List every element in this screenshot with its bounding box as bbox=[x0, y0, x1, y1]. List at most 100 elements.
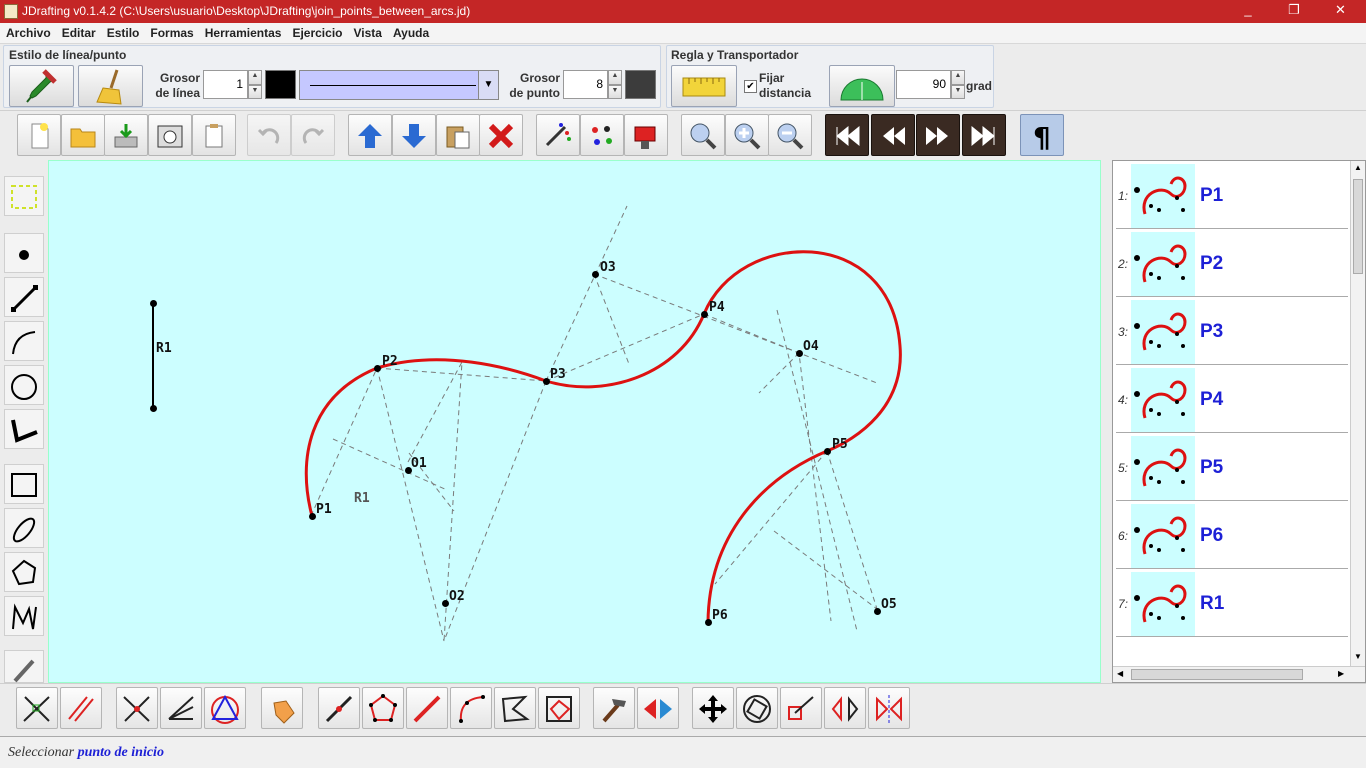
protractor-button[interactable] bbox=[829, 65, 895, 107]
scroll-thumb[interactable] bbox=[1353, 179, 1363, 274]
figure-list-item[interactable]: 7: R1 bbox=[1116, 571, 1348, 637]
perpendicular-tool[interactable] bbox=[16, 687, 58, 729]
open-file-button[interactable] bbox=[61, 114, 105, 156]
horizontal-scroll-thumb[interactable] bbox=[1131, 669, 1303, 680]
figure-list-item[interactable]: 3: P3 bbox=[1116, 299, 1348, 365]
rotate-tool[interactable] bbox=[736, 687, 778, 729]
drawing-canvas[interactable]: P2 O3 P4 O4 P3 O1 P1 P5 O2 O5 P6 R1 R1 bbox=[48, 160, 1101, 683]
polygon-points-tool[interactable] bbox=[362, 687, 404, 729]
clipboard-info-button[interactable] bbox=[192, 114, 236, 156]
line-color-swatch[interactable] bbox=[265, 70, 296, 99]
arc-points-tool[interactable] bbox=[450, 687, 492, 729]
arc-tool[interactable] bbox=[4, 321, 44, 361]
horizontal-scrollbar[interactable]: ◀ ▶ bbox=[1113, 666, 1365, 682]
text-marker-tool[interactable] bbox=[261, 687, 303, 729]
menu-estilo[interactable]: Estilo bbox=[101, 23, 145, 40]
paint-bucket-button[interactable] bbox=[624, 114, 668, 156]
zoom-out-button[interactable] bbox=[768, 114, 812, 156]
point-color-swatch[interactable] bbox=[625, 70, 656, 99]
random-colors-button[interactable] bbox=[580, 114, 624, 156]
canvas-point[interactable] bbox=[824, 448, 831, 455]
circle-tool[interactable] bbox=[4, 365, 44, 405]
canvas-point[interactable] bbox=[442, 600, 449, 607]
figure-list-item[interactable]: 4: P4 bbox=[1116, 367, 1348, 433]
scroll-down-arrow[interactable]: ▼ bbox=[1353, 652, 1363, 664]
paste-button[interactable] bbox=[436, 114, 480, 156]
zoom-fit-button[interactable] bbox=[681, 114, 725, 156]
move-down-button[interactable] bbox=[392, 114, 436, 156]
broom-button[interactable] bbox=[78, 65, 143, 107]
edit-style-button[interactable] bbox=[536, 114, 580, 156]
point-tool[interactable] bbox=[4, 233, 44, 273]
canvas-point[interactable] bbox=[374, 365, 381, 372]
angle-tool[interactable] bbox=[4, 409, 44, 449]
menu-archivo[interactable]: Archivo bbox=[0, 23, 56, 40]
line-width-up-arrow[interactable]: ▲ bbox=[248, 70, 262, 85]
scale-tool[interactable] bbox=[780, 687, 822, 729]
point-size-up-arrow[interactable]: ▲ bbox=[608, 70, 622, 85]
canvas-point[interactable] bbox=[796, 350, 803, 357]
angle-down-arrow[interactable]: ▼ bbox=[951, 85, 965, 99]
bisector-tool[interactable] bbox=[116, 687, 158, 729]
canvas-point[interactable] bbox=[705, 619, 712, 626]
undo-button[interactable] bbox=[247, 114, 291, 156]
maximize-button[interactable]: ❐ bbox=[1275, 0, 1313, 20]
point-size-down-arrow[interactable]: ▼ bbox=[608, 85, 622, 99]
line-pattern-dropdown[interactable]: ▼ bbox=[299, 70, 499, 100]
select-tool[interactable] bbox=[4, 176, 44, 216]
menu-ejercicio[interactable]: Ejercicio bbox=[286, 23, 347, 40]
scroll-up-arrow[interactable]: ▲ bbox=[1353, 163, 1363, 175]
ellipse-tool[interactable] bbox=[4, 508, 44, 548]
menu-ayuda[interactable]: Ayuda bbox=[387, 23, 434, 40]
translate-tool[interactable] bbox=[824, 687, 866, 729]
midpoint-tool[interactable] bbox=[318, 687, 360, 729]
last-step-button[interactable] bbox=[962, 114, 1006, 156]
polyline-tool[interactable] bbox=[4, 596, 44, 636]
menu-formas[interactable]: Formas bbox=[144, 23, 198, 40]
symmetry-tool[interactable] bbox=[868, 687, 910, 729]
vertex-tool[interactable] bbox=[538, 687, 580, 729]
chevron-down-icon[interactable]: ▼ bbox=[478, 71, 498, 99]
arc-curve[interactable] bbox=[304, 250, 902, 623]
figure-list-item[interactable]: 6: P6 bbox=[1116, 503, 1348, 569]
zoom-in-button[interactable] bbox=[725, 114, 769, 156]
figure-list-item[interactable]: 2: P2 bbox=[1116, 231, 1348, 297]
save-file-button[interactable] bbox=[104, 114, 148, 156]
canvas-point[interactable] bbox=[701, 311, 708, 318]
menu-vista[interactable]: Vista bbox=[347, 23, 386, 40]
freehand-tool[interactable] bbox=[4, 650, 44, 683]
new-file-button[interactable] bbox=[17, 114, 61, 156]
angle-up-arrow[interactable]: ▲ bbox=[951, 70, 965, 85]
vertical-scrollbar[interactable]: ▲ ▼ bbox=[1350, 161, 1365, 666]
figure-list-item[interactable]: 5: P5 bbox=[1116, 435, 1348, 501]
scroll-left-arrow[interactable]: ◀ bbox=[1117, 669, 1123, 678]
line-width-down-arrow[interactable]: ▼ bbox=[248, 85, 262, 99]
rectangle-tool[interactable] bbox=[4, 464, 44, 504]
canvas-point[interactable] bbox=[309, 513, 316, 520]
previous-step-button[interactable] bbox=[871, 114, 915, 156]
next-step-button[interactable] bbox=[916, 114, 960, 156]
minimize-button[interactable]: _ bbox=[1231, 0, 1265, 20]
close-button[interactable]: ✕ bbox=[1317, 0, 1364, 20]
intersection-tool[interactable] bbox=[494, 687, 536, 729]
angle-bisector-tool[interactable] bbox=[160, 687, 202, 729]
parallel-tool[interactable] bbox=[60, 687, 102, 729]
polygon-tool[interactable] bbox=[4, 552, 44, 592]
ruler-button[interactable] bbox=[671, 65, 737, 107]
canvas-point[interactable] bbox=[150, 300, 157, 307]
hammer-tool[interactable] bbox=[593, 687, 635, 729]
redo-button[interactable] bbox=[291, 114, 335, 156]
canvas-point[interactable] bbox=[592, 271, 599, 278]
figure-list-item[interactable]: 1: P1 bbox=[1116, 163, 1348, 229]
screenshot-button[interactable] bbox=[148, 114, 192, 156]
segment-tool[interactable] bbox=[4, 277, 44, 317]
move-tool[interactable] bbox=[692, 687, 734, 729]
menu-herramientas[interactable]: Herramientas bbox=[199, 23, 287, 40]
mirror-tool[interactable] bbox=[637, 687, 679, 729]
segment-extend-tool[interactable] bbox=[406, 687, 448, 729]
angle-input[interactable]: 90 bbox=[896, 70, 951, 99]
point-size-input[interactable]: 8 bbox=[563, 70, 608, 99]
canvas-point[interactable] bbox=[874, 608, 881, 615]
triangle-circle-tool[interactable] bbox=[204, 687, 246, 729]
first-step-button[interactable] bbox=[825, 114, 869, 156]
